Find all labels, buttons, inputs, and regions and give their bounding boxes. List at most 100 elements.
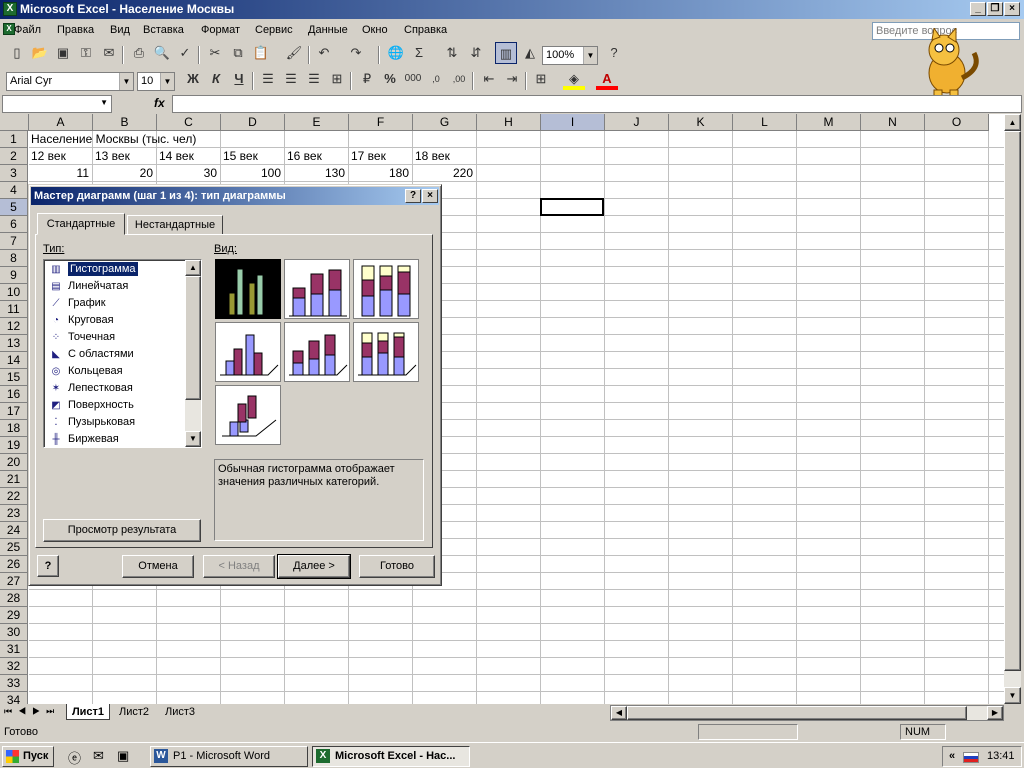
chart-type-item[interactable]: ⁚ Пузырьковая bbox=[46, 414, 184, 431]
close-button[interactable]: × bbox=[1004, 2, 1020, 16]
menu-file[interactable]: Файл bbox=[14, 24, 41, 36]
subtype-3d-column[interactable] bbox=[215, 385, 281, 445]
chart-type-item[interactable]: ✶ Лепестковая bbox=[46, 380, 184, 397]
open-icon[interactable]: 📂 bbox=[29, 42, 51, 64]
dialog-close-button[interactable]: × bbox=[422, 189, 438, 203]
chart-type-item[interactable]: ◩ Поверхность bbox=[46, 397, 184, 414]
ie-icon[interactable]: ⓔ bbox=[68, 748, 81, 767]
column-header[interactable]: H bbox=[477, 114, 541, 131]
cell-row2[interactable]: 17 век bbox=[351, 148, 386, 165]
borders-icon[interactable]: ⊞ bbox=[530, 68, 552, 90]
menu-view[interactable]: Вид bbox=[110, 24, 130, 36]
subtype-3d-stacked-column[interactable] bbox=[284, 322, 350, 382]
row-header[interactable]: 20 bbox=[0, 454, 28, 471]
office-assistant-help-icon[interactable]: ? bbox=[37, 555, 59, 577]
finish-button[interactable]: Готово bbox=[359, 555, 435, 578]
row-header[interactable]: 8 bbox=[0, 250, 28, 267]
row-header[interactable]: 4 bbox=[0, 182, 28, 199]
subtype-clustered-column[interactable] bbox=[215, 259, 281, 319]
chevron-down-icon[interactable]: ▼ bbox=[160, 73, 174, 90]
column-header[interactable]: G bbox=[413, 114, 477, 131]
cell-row3[interactable]: 180 bbox=[349, 165, 409, 182]
row-header[interactable]: 10 bbox=[0, 284, 28, 301]
cell-row3[interactable]: 220 bbox=[413, 165, 473, 182]
row-header[interactable]: 16 bbox=[0, 386, 28, 403]
zoom-combo[interactable]: 100% ▼ bbox=[542, 46, 598, 65]
subtype-3d-100-stacked-column[interactable] bbox=[353, 322, 419, 382]
dialog-help-button[interactable]: ? bbox=[405, 189, 421, 203]
desktop-icon[interactable]: ▣ bbox=[117, 748, 129, 764]
vertical-scrollbar[interactable]: ▲ ▼ bbox=[1004, 114, 1021, 704]
row-header[interactable]: 9 bbox=[0, 267, 28, 284]
menu-edit[interactable]: Правка bbox=[57, 24, 94, 36]
row-header[interactable]: 21 bbox=[0, 471, 28, 488]
row-header[interactable]: 14 bbox=[0, 352, 28, 369]
hyperlink-icon[interactable]: 🌐 bbox=[385, 42, 407, 64]
sort-asc-icon[interactable]: ⇅ bbox=[441, 42, 463, 64]
tab-custom[interactable]: Нестандартные bbox=[127, 215, 223, 235]
column-header[interactable]: D bbox=[221, 114, 285, 131]
column-header[interactable]: B bbox=[93, 114, 157, 131]
cell-row2[interactable]: 16 век bbox=[287, 148, 322, 165]
menu-window[interactable]: Окно bbox=[362, 24, 388, 36]
chart-type-item[interactable]: ▥ Гистограмма bbox=[46, 261, 184, 278]
save-icon[interactable]: ▣ bbox=[52, 42, 74, 64]
hscroll-thumb[interactable] bbox=[627, 706, 967, 720]
cell-a1[interactable]: Население Москвы (тыс. чел) bbox=[31, 131, 196, 148]
cell-row3[interactable]: 11 bbox=[29, 165, 89, 182]
task-word[interactable]: W P1 - Microsoft Word bbox=[150, 746, 308, 767]
print-preview-icon[interactable]: 🔍 bbox=[151, 42, 173, 64]
cell-row2[interactable]: 18 век bbox=[415, 148, 450, 165]
formula-input[interactable] bbox=[172, 95, 1022, 113]
copy-icon[interactable]: ⧉ bbox=[227, 42, 249, 64]
subtype-100-stacked-column[interactable] bbox=[353, 259, 419, 319]
row-header[interactable]: 3 bbox=[0, 165, 28, 182]
subtype-3d-clustered-column[interactable] bbox=[215, 322, 281, 382]
tray-expand-icon[interactable]: « bbox=[949, 750, 955, 762]
name-box[interactable]: ▼ bbox=[2, 95, 112, 113]
currency-icon[interactable]: ₽ bbox=[356, 68, 378, 90]
chart-type-item[interactable]: ⁘ Точечная bbox=[46, 329, 184, 346]
column-header[interactable]: I bbox=[541, 114, 605, 131]
chart-type-item[interactable]: ◣ С областями bbox=[46, 346, 184, 363]
menu-insert[interactable]: Вставка bbox=[143, 24, 184, 36]
column-header[interactable]: F bbox=[349, 114, 413, 131]
decrease-indent-icon[interactable]: ⇤ bbox=[478, 68, 500, 90]
menu-tools[interactable]: Сервис bbox=[255, 24, 293, 36]
sheet-tab-2[interactable]: Лист2 bbox=[112, 704, 156, 720]
format-painter-icon[interactable]: 🖌 bbox=[283, 42, 305, 64]
row-header[interactable]: 27 bbox=[0, 573, 28, 590]
menu-data[interactable]: Данные bbox=[308, 24, 348, 36]
font-combo[interactable]: Arial Cyr ▼ bbox=[6, 72, 134, 91]
redo-icon[interactable]: ↷ bbox=[345, 42, 367, 64]
column-header[interactable]: E bbox=[285, 114, 349, 131]
column-header[interactable]: K bbox=[669, 114, 733, 131]
start-button[interactable]: Пуск bbox=[2, 746, 54, 767]
scroll-left-icon[interactable]: ◀ bbox=[611, 706, 627, 720]
next-button[interactable]: Далее > bbox=[277, 554, 351, 579]
cell-row2[interactable]: 13 век bbox=[95, 148, 130, 165]
row-header[interactable]: 32 bbox=[0, 658, 28, 675]
chart-type-list[interactable]: ▥ Гистограмма ▤ Линейчатая ⟋ График ◔ Круговая ⁘… bbox=[43, 259, 202, 448]
menu-help[interactable]: Справка bbox=[404, 24, 447, 36]
scroll-down-icon[interactable]: ▼ bbox=[185, 431, 201, 447]
sheet-nav-icons[interactable]: ⏮◀▶⏭ bbox=[4, 706, 60, 717]
thousands-button[interactable]: 000 bbox=[402, 68, 424, 90]
select-all-corner[interactable] bbox=[0, 114, 29, 131]
row-header[interactable]: 28 bbox=[0, 590, 28, 607]
font-color-icon[interactable]: A bbox=[596, 68, 618, 90]
row-header[interactable]: 12 bbox=[0, 318, 28, 335]
row-header[interactable]: 7 bbox=[0, 233, 28, 250]
tab-standard[interactable]: Стандартные bbox=[37, 213, 125, 235]
row-header[interactable]: 6 bbox=[0, 216, 28, 233]
scroll-right-icon[interactable]: ▶ bbox=[987, 706, 1003, 720]
row-header[interactable]: 34 bbox=[0, 692, 28, 704]
cell-row3[interactable]: 100 bbox=[221, 165, 281, 182]
merge-center-icon[interactable]: ⊞ bbox=[326, 68, 348, 90]
cell-row3[interactable]: 20 bbox=[93, 165, 153, 182]
subtype-stacked-column[interactable] bbox=[284, 259, 350, 319]
cancel-button[interactable]: Отмена bbox=[122, 555, 194, 578]
sheet-tab-1[interactable]: Лист1 bbox=[66, 704, 110, 720]
row-header[interactable]: 18 bbox=[0, 420, 28, 437]
row-header[interactable]: 25 bbox=[0, 539, 28, 556]
